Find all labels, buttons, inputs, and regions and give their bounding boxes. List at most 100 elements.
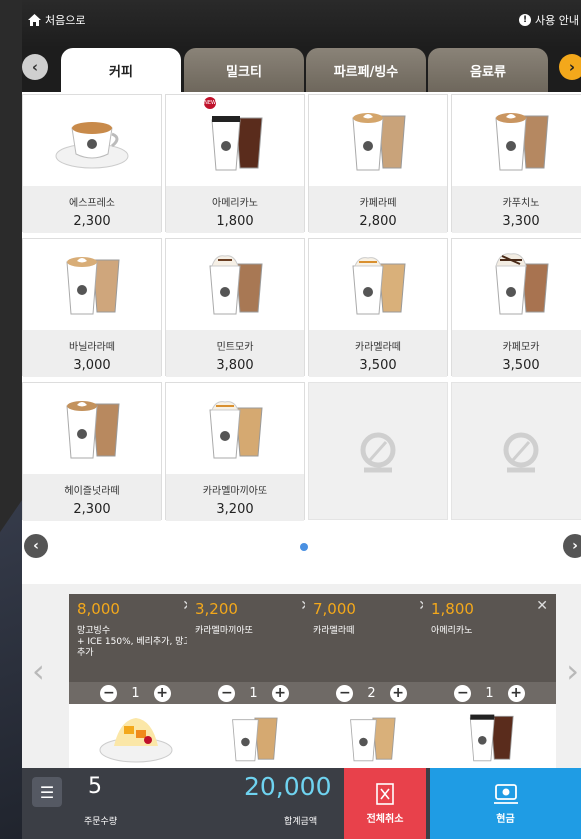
product-card[interactable]: 카라멜라떼 3,500 [308,238,448,377]
order-item-name: 망고빙수 + ICE 150%, 베리추가, 망고추가 [77,626,192,658]
remove-item-button[interactable]: ✕ [536,598,548,614]
cash-payment-button[interactable]: 현금 [430,768,581,839]
quantity-value: 1 [249,685,258,701]
empty-product-slot [308,382,448,520]
top-header: 처음으로 ! 사용 안내 [22,0,581,48]
americano-cups-icon [423,704,556,768]
product-grid: 에스프레소 2,300 NEW 아메리카노 1,800 카페라떼 2,800 카… [22,92,581,522]
product-card[interactable]: 바닐라라떼 3,000 [22,238,162,377]
product-name: 카푸치노 [502,198,540,209]
increase-button[interactable]: + [389,684,407,702]
order-prev-button[interactable]: ‹ [32,652,45,690]
product-price: 2,300 [73,214,111,229]
decrease-button[interactable]: − [454,684,472,702]
cappuccino-cups-icon [452,95,581,186]
product-card[interactable]: 민트모카 3,800 [165,238,305,377]
mint-mocha-cups-icon [166,239,304,330]
product-card[interactable]: 헤이즐넛라떼 2,300 [22,382,162,521]
order-item-name: 아메리카노 [431,626,473,636]
cash-icon [493,783,518,804]
checkout-bar: ☰ 5 주문수량 20,000 합계금액 전체취소 현금 [22,768,581,839]
product-price: 3,300 [502,214,540,229]
order-item: 7,000 ✕ 카라멜라떼 − 2 + [305,594,438,768]
hazelnut-latte-cups-icon [23,383,161,474]
vanilla-latte-cups-icon [23,239,161,330]
order-item: 8,000 ✕ 망고빙수 + ICE 150%, 베리추가, 망고추가 − 1 … [69,594,202,768]
increase-button[interactable]: + [153,684,171,702]
product-price: 3,200 [216,502,254,517]
product-card[interactable]: 카페라떼 2,800 [308,94,448,233]
order-count-value: 5 [88,774,102,799]
decrease-button[interactable]: − [336,684,354,702]
order-list: ‹ 8,000 ✕ 망고빙수 + ICE 150%, 베리추가, 망고추가 − … [22,584,581,768]
tab-milk-tea[interactable]: 밀크티 [184,48,304,92]
product-name: 헤이즐넛라떼 [64,486,120,497]
product-name: 카라멜라떼 [355,342,401,353]
page-prev-button[interactable]: ‹ [24,534,48,558]
product-card[interactable]: 카푸치노 3,300 [451,94,581,233]
page-next-button[interactable]: › [563,534,581,558]
tab-prev-button[interactable]: ‹ [22,54,48,80]
empty-product-slot [451,382,581,520]
placeholder-icon [309,383,447,521]
cancel-all-label: 전체취소 [366,813,404,825]
product-name: 카페라떼 [359,198,397,209]
order-next-button[interactable]: › [566,652,579,690]
page-indicator-dot[interactable] [300,543,308,551]
americano-cups-icon: NEW [166,95,304,186]
cash-label: 현금 [496,813,515,825]
product-name: 에스프레소 [69,198,115,209]
order-item: 1,800 ✕ 아메리카노 − 1 + [423,594,556,768]
product-card[interactable]: 에스프레소 2,300 [22,94,162,233]
order-count-label: 주문수량 [84,817,118,827]
menu-button[interactable]: ☰ [32,777,62,807]
product-name: 카페모카 [502,342,540,353]
product-card[interactable]: 카페모카 3,500 [451,238,581,377]
product-card[interactable]: 카라멜마끼아또 3,200 [165,382,305,521]
product-price: 3,500 [359,358,397,373]
caramel-macchiato-cups-icon [166,383,304,474]
product-pager: ‹ › [22,522,581,584]
product-price: 3,000 [73,358,111,373]
guide-button[interactable]: ! 사용 안내 [519,12,579,28]
product-name: 카라멜마끼아또 [202,486,268,497]
product-price: 1,800 [216,214,254,229]
home-button[interactable]: 처음으로 [28,12,85,28]
order-item-name: 카라멜마끼아또 [195,626,253,636]
decrease-button[interactable]: − [218,684,236,702]
cafe-mocha-cups-icon [452,239,581,330]
increase-button[interactable]: + [507,684,525,702]
caramel-latte-cups-icon [305,704,438,768]
total-amount-label: 합계금액 [284,817,318,827]
order-item-price: 1,800 [431,600,474,618]
tab-coffee[interactable]: 커피 [61,48,181,92]
home-icon [28,14,41,26]
espresso-cup-icon [23,95,161,186]
cancel-all-button[interactable]: 전체취소 [344,768,426,839]
product-name: 민트모카 [216,342,254,353]
order-item-price: 3,200 [195,600,238,618]
product-card[interactable]: NEW 아메리카노 1,800 [165,94,305,233]
quantity-stepper: − 1 + [187,682,320,704]
total-amount-value: 20,000 [244,772,332,801]
tab-next-button[interactable]: › [559,54,581,80]
placeholder-icon [452,383,581,521]
order-item-name: 카라멜라떼 [313,626,355,636]
guide-label: 사용 안내 [535,14,579,27]
caramel-macchiato-cups-icon [187,704,320,768]
quantity-value: 2 [367,685,376,701]
latte-cups-icon [309,95,447,186]
decrease-button[interactable]: − [100,684,118,702]
caramel-latte-cups-icon [309,239,447,330]
info-icon: ! [519,14,532,26]
mango-bingsu-icon [69,704,202,768]
quantity-stepper: − 1 + [69,682,202,704]
product-price: 3,500 [502,358,540,373]
quantity-value: 1 [131,685,140,701]
tab-parfait-bingsu[interactable]: 파르페/빙수 [306,48,426,92]
product-price: 2,300 [73,502,111,517]
tab-beverages[interactable]: 음료류 [428,48,548,92]
increase-button[interactable]: + [271,684,289,702]
order-item: 3,200 ✕ 카라멜마끼아또 − 1 + [187,594,320,768]
category-tab-bar: ‹ 커피 밀크티 파르페/빙수 음료류 › [22,46,581,92]
